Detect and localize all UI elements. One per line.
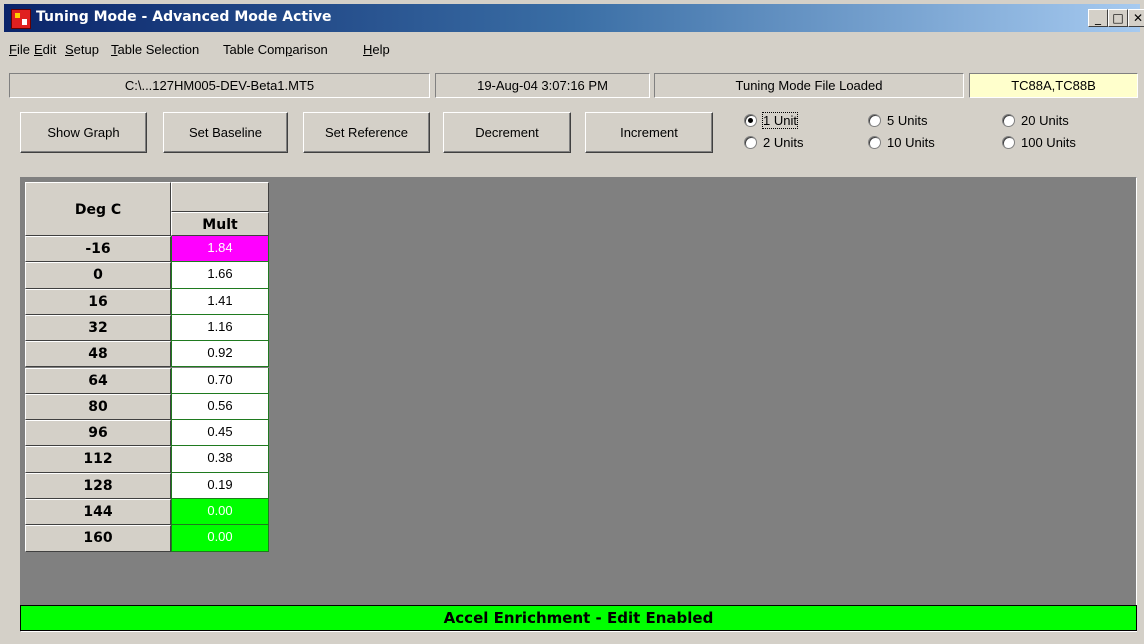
radio-2-units[interactable]: 2 Units — [744, 135, 803, 151]
menu-bar: File Edit Setup Table Selection Table Co… — [4, 40, 1140, 62]
row-header-cell[interactable]: 160 — [25, 525, 171, 552]
radio-checked-icon — [744, 114, 757, 128]
menu-setup[interactable]: Setup — [65, 42, 99, 57]
radio-icon — [744, 136, 757, 150]
row-header-cell[interactable]: 16 — [25, 288, 171, 315]
menu-table-selection[interactable]: Table Selection — [111, 42, 199, 57]
menu-table-comparison[interactable]: Table Comparison — [223, 42, 328, 57]
window-title: Tuning Mode - Advanced Mode Active — [36, 9, 332, 25]
table-value-cell[interactable]: 0.38 — [171, 446, 269, 473]
show-graph-button[interactable]: Show Graph — [20, 112, 147, 153]
radio-5-units[interactable]: 5 Units — [868, 113, 927, 129]
table-value-cell[interactable]: 0.92 — [171, 341, 269, 368]
table-value-cell[interactable]: 1.84 — [171, 236, 269, 263]
table-panel: Deg C Mult -16 1.84 0 1.66 16 1.41 32 1.16 48 0.9… — [20, 177, 1137, 632]
row-header-cell[interactable]: 48 — [25, 341, 171, 368]
row-header-cell[interactable]: 144 — [25, 499, 171, 526]
maximize-button[interactable]: □ — [1108, 9, 1128, 27]
file-path-field: C:\...127HM005-DEV-Beta1.MT5 — [9, 73, 430, 98]
radio-icon — [868, 136, 881, 150]
table-value-cell[interactable]: 0.56 — [171, 393, 269, 421]
row-header-cell[interactable]: -16 — [25, 236, 171, 263]
row-header-title: Deg C — [25, 182, 171, 236]
main-window: Tuning Mode - Advanced Mode Active _ □ ✕… — [0, 0, 1144, 644]
radio-icon — [1002, 136, 1015, 150]
table-value-cell[interactable]: 1.66 — [171, 262, 269, 289]
decrement-button[interactable]: Decrement — [443, 112, 571, 153]
table-value-cell[interactable]: 0.70 — [171, 367, 269, 394]
row-header-cell[interactable]: 96 — [25, 420, 171, 447]
column-header-mult[interactable]: Mult — [171, 212, 269, 236]
row-header-cell[interactable]: 112 — [25, 446, 171, 473]
radio-20-units[interactable]: 20 Units — [1002, 113, 1069, 129]
row-header-cell[interactable]: 80 — [25, 393, 171, 421]
app-icon — [11, 9, 31, 29]
row-header-cell[interactable]: 128 — [25, 472, 171, 499]
radio-10-units[interactable]: 10 Units — [868, 135, 935, 151]
menu-help[interactable]: Help — [363, 42, 390, 57]
table-value-cell[interactable]: 0.45 — [171, 420, 269, 447]
table-value-cell[interactable]: 0.00 — [171, 525, 269, 552]
row-header-cell[interactable]: 32 — [25, 314, 171, 342]
set-reference-button[interactable]: Set Reference — [303, 112, 430, 153]
ecm-type-field: TC88A,TC88B — [969, 73, 1138, 98]
radio-100-units[interactable]: 100 Units — [1002, 135, 1076, 151]
set-baseline-button[interactable]: Set Baseline — [163, 112, 288, 153]
row-header-cell[interactable]: 0 — [25, 262, 171, 289]
menu-edit[interactable]: Edit — [34, 42, 56, 57]
edit-status-bar: Accel Enrichment - Edit Enabled — [20, 605, 1137, 631]
title-bar[interactable]: Tuning Mode - Advanced Mode Active _ □ ✕ — [4, 4, 1144, 32]
close-button[interactable]: ✕ — [1128, 9, 1144, 27]
column-header-blank — [171, 182, 269, 212]
radio-icon — [868, 114, 881, 128]
increment-button[interactable]: Increment — [585, 112, 713, 153]
menu-file[interactable]: File — [9, 42, 30, 57]
radio-icon — [1002, 114, 1015, 128]
datetime-field: 19-Aug-04 3:07:16 PM — [435, 73, 650, 98]
table-value-cell[interactable]: 0.19 — [171, 472, 269, 499]
table-value-cell[interactable]: 0.00 — [171, 499, 269, 526]
minimize-button[interactable]: _ — [1088, 9, 1108, 27]
mode-status-field: Tuning Mode File Loaded — [654, 73, 964, 98]
table-value-cell[interactable]: 1.41 — [171, 288, 269, 315]
table-value-cell[interactable]: 1.16 — [171, 314, 269, 342]
row-header-cell[interactable]: 64 — [25, 367, 171, 394]
radio-1-unit[interactable]: 1 Unit — [744, 112, 798, 129]
